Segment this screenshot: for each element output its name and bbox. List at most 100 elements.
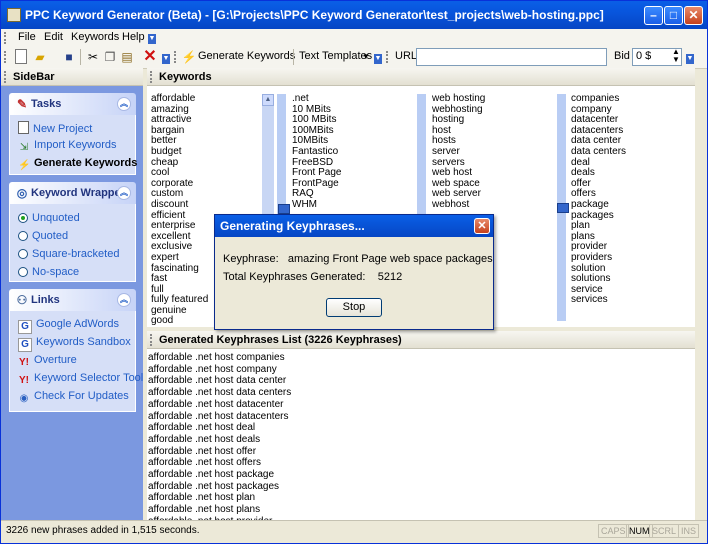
title-bar[interactable]: PPC Keyword Generator (Beta) - [G:\Proje… [1,1,707,29]
list-item[interactable]: package [571,199,626,211]
minimize-button[interactable]: – [644,6,663,25]
menu-edit[interactable]: Edit [44,31,63,43]
open-folder-icon[interactable]: ▰ [32,49,48,65]
list-item[interactable]: .net [292,93,341,105]
column-handle-icon[interactable] [278,204,290,214]
list-item[interactable]: affordable .net host companies [148,352,291,364]
bid-spinner[interactable]: ▲ ▼ [672,48,680,64]
list-item[interactable]: server [432,146,485,158]
list-item[interactable]: web hosting [432,93,485,105]
link-keyword-selector-tool[interactable]: Y! Keyword Selector Tool [18,372,143,387]
list-item[interactable]: expert [151,252,208,264]
wrapper-icon: ◎ [16,186,28,200]
list-item[interactable]: services [571,295,626,306]
links-header[interactable]: ⚇ Links ︽ [9,289,136,311]
yahoo-icon: Y! [19,357,29,368]
menu-file[interactable]: File [18,31,36,43]
list-item[interactable]: budget [151,146,208,158]
dialog-close-button[interactable]: ✕ [474,218,490,234]
generate-keywords-button[interactable]: Generate Keywords [198,50,295,62]
maximize-button[interactable]: □ [664,6,683,25]
wrapper-square-bracketed-radio[interactable]: Square-bracketed [18,248,119,260]
list-item[interactable]: affordable .net host offer [148,446,291,458]
list-item[interactable]: discount [151,199,208,211]
list-item[interactable]: affordable .net host datacenters [148,411,291,423]
lightning-icon: ⚡ [18,160,31,171]
delete-icon[interactable]: ✕ [142,49,158,65]
menu-keywords[interactable]: Keywords [71,31,119,43]
list-item[interactable]: good [151,316,208,327]
close-button[interactable]: ✕ [684,6,703,25]
menu-grip [4,32,9,44]
task-import-keywords[interactable]: ⇲ Import Keywords [18,139,117,154]
list-item[interactable]: affordable [151,93,208,105]
link-overture[interactable]: Y! Overture [18,354,77,369]
copy-icon[interactable]: ❐ [102,49,118,65]
wrapper-quoted-radio[interactable]: Quoted [18,230,68,242]
list-item[interactable]: Fantastico [292,146,341,158]
list-item[interactable]: affordable .net host packages [148,481,291,493]
new-file-icon[interactable] [15,49,27,64]
chevron-down-icon[interactable]: ▼ [362,52,370,61]
generated-items[interactable]: affordable .net host companies affordable… [148,352,291,520]
list-item[interactable]: companies [571,93,626,105]
keyword-column-2[interactable]: .net 10 MBits 100 MBits 100MBits 10MBits Fant… [292,93,341,211]
menu-bar: File Edit Keywords Help ▼ [1,29,707,46]
keyword-column-4[interactable]: companies company datacenter datacenters dat… [571,93,626,306]
sidebar-header: SideBar [1,68,143,86]
list-item[interactable]: affordable .net host data center [148,375,291,387]
menu-overflow-icon[interactable]: ▼ [148,34,156,44]
generating-dialog: Generating Keyphrases... ✕ Keyphrase: am… [214,214,494,330]
toolbar-overflow-icon[interactable]: ▼ [162,54,170,64]
link-check-for-updates[interactable]: ◉ Check For Updates [18,390,129,405]
generated-keyphrases-list[interactable]: affordable .net host companies affordable… [147,349,695,520]
list-item[interactable]: affordable .net host datacenter [148,399,291,411]
list-item[interactable]: affordable .net host plan [148,492,291,504]
list-item[interactable]: affordable .net host deal [148,422,291,434]
toolbar: ▰ ■ ✂ ❐ ▤ ✕ ▼ ⚡ Generate Keywords Text T… [1,46,707,69]
link-keywords-sandbox[interactable]: G Keywords Sandbox [18,336,131,352]
collapse-icon[interactable]: ︽ [117,293,131,307]
list-item[interactable]: affordable .net host plans [148,504,291,516]
lightning-icon: ⚡ [181,50,197,64]
paste-icon[interactable]: ▤ [119,49,135,65]
dialog-title[interactable]: Generating Keyphrases... [215,215,493,237]
list-item[interactable]: webhost [432,199,485,211]
keyword-wrapper-header[interactable]: ◎ Keyword Wrapper ︽ [9,182,136,204]
globe-icon: ◉ [19,393,29,404]
list-item[interactable]: WHM [292,199,341,211]
keyword-column-1[interactable]: affordable amazing attractive bargain better… [151,93,208,327]
collapse-icon[interactable]: ︽ [117,97,131,111]
link-google-adwords[interactable]: G Google AdWords [18,318,119,334]
collapse-icon[interactable]: ︽ [117,186,131,200]
list-item[interactable]: data centers [571,146,626,158]
list-item[interactable]: affordable .net host data centers [148,387,291,399]
keyword-column-3[interactable]: web hosting webhosting hosting host hosts ser… [432,93,485,211]
keywords-header: Keywords [147,68,695,86]
save-icon[interactable]: ■ [61,49,77,65]
scroll-up-icon[interactable]: ▲ [262,94,274,106]
generated-list-header: Generated Keyphrases List (3226 Keyphras… [147,331,695,349]
cut-icon[interactable]: ✂ [85,49,101,65]
menu-help[interactable]: Help [122,31,145,43]
wrapper-unquoted-radio[interactable]: Unquoted [18,212,80,224]
list-item[interactable]: affordable .net host deals [148,434,291,446]
tasks-icon: ✎ [16,97,28,111]
keyphrase-row: Keyphrase: amazing Front Page web space … [223,253,493,265]
task-generate-keywords[interactable]: ⚡ Generate Keywords [18,157,137,172]
url-input[interactable] [416,48,607,66]
wrapper-no-space-radio[interactable]: No-space [18,266,79,278]
column-handle-icon[interactable] [557,203,569,213]
list-item[interactable]: affordable .net host company [148,364,291,376]
tasks-header[interactable]: ✎ Tasks ︽ [9,93,136,115]
task-new-project[interactable]: New Project [18,121,92,135]
keyphrase-label: Keyphrase: [223,253,279,265]
caps-indicator: CAPS [598,524,629,538]
list-item[interactable]: providers [571,252,626,264]
stop-button[interactable]: Stop [326,298,382,317]
links-group: ⚇ Links ︽ G Google AdWords G Keywords Sand… [9,289,143,412]
list-item[interactable]: affordable .net host offers [148,457,291,469]
ins-indicator: INS [678,524,700,538]
main-window: PPC Keyword Generator (Beta) - [G:\Proje… [0,0,708,544]
list-item[interactable]: affordable .net host package [148,469,291,481]
